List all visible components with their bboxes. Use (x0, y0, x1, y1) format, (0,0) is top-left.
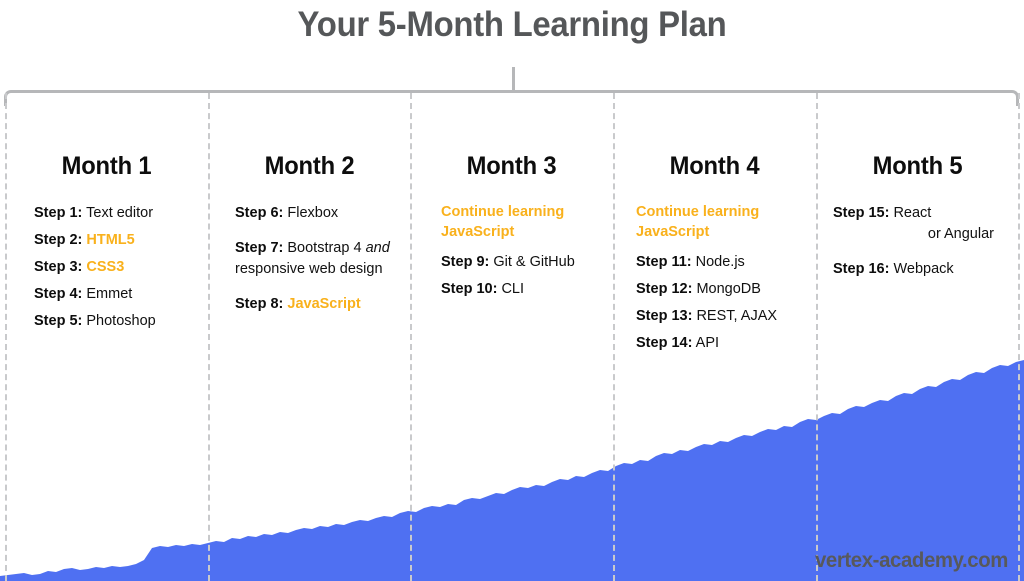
step-value: Git & GitHub (493, 254, 575, 271)
month-heading-3: Month 3 (466, 152, 557, 180)
step-label: Step 15: (833, 205, 890, 221)
list-item: Step 13: REST, AJAX (636, 306, 806, 327)
step-label: Step 2: (34, 232, 83, 249)
step-value-pre: Bootstrap 4 (287, 240, 366, 257)
list-item: Step 2: HTML5 (34, 230, 196, 251)
page-title: Your 5-Month Learning Plan (297, 5, 727, 44)
list-item: Step 1: Text editor (34, 203, 196, 224)
step-value: Webpack (893, 261, 954, 278)
step-value-post: responsive web design (235, 261, 383, 278)
list-item: Step 4: Emmet (34, 284, 196, 305)
list-item: Step 9: Git & GitHub (441, 252, 603, 273)
step-label: Step 13: (636, 308, 693, 325)
month-column-3: Month 3 Continue learning JavaScript Ste… (410, 100, 613, 306)
step-label: Step 8: (235, 296, 284, 313)
step-value-italic: and (365, 240, 390, 257)
list-item: Step 15: React or Angular (833, 203, 994, 245)
step-value: API (695, 335, 720, 352)
step-label: Step 9: (441, 254, 490, 271)
step-label: Step 7: (235, 240, 284, 257)
list-item: Step 12: MongoDB (636, 279, 806, 300)
month-heading-5: Month 5 (872, 152, 963, 180)
list-item: Step 16: Webpack (833, 259, 994, 280)
month-column-1: Month 1 Step 1: Text editor Step 2: HTML… (5, 100, 208, 338)
step-value: MongoDB (696, 281, 761, 298)
step-list-2: Step 6: Flexbox Step 7: Bootstrap 4 and … (208, 203, 411, 315)
step-value-italic: or (927, 226, 941, 243)
list-item: Step 5: Photoshop (34, 311, 196, 332)
month-column-4: Month 4 Continue learning JavaScript Ste… (613, 100, 816, 360)
step-value: Node.js (695, 254, 745, 271)
month-note-4: Continue learning JavaScript (636, 204, 760, 240)
list-item: Step 10: CLI (441, 279, 603, 300)
step-value: React (893, 205, 932, 221)
watermark: vertex-academy.com (814, 549, 1008, 572)
step-value-rest: Angular (940, 226, 994, 243)
step-label: Step 10: (441, 281, 498, 298)
step-value: Text editor (86, 205, 154, 221)
step-value: Emmet (86, 286, 133, 303)
step-label: Step 11: (636, 254, 692, 271)
month-column-2: Month 2 Step 6: Flexbox Step 7: Bootstra… (208, 100, 411, 321)
step-value: CLI (501, 281, 525, 298)
month-column-5: Month 5 Step 15: React or Angular Step 1… (816, 100, 1019, 286)
step-value: HTML5 (86, 232, 135, 249)
list-item: Step 3: CSS3 (34, 257, 196, 278)
step-value: REST, AJAX (696, 308, 778, 325)
list-item: Step 11: Node.js (636, 252, 806, 273)
month-heading-2: Month 2 (264, 152, 355, 180)
month-heading-1: Month 1 (61, 152, 152, 180)
list-item: Step 8: JavaScript (235, 294, 401, 315)
step-value: Photoshop (86, 313, 156, 330)
step-label: Step 16: (833, 261, 890, 278)
bracket-center-tick (512, 67, 515, 92)
step-value: CSS3 (86, 259, 125, 276)
month-heading-4: Month 4 (669, 152, 760, 180)
step-value-second-line: or Angular (833, 224, 994, 245)
step-label: Step 6: (235, 205, 284, 221)
step-list-3: Step 9: Git & GitHub Step 10: CLI (410, 252, 613, 300)
list-item: Step 6: Flexbox (235, 203, 401, 224)
step-list-5: Step 15: React or Angular Step 16: Webpa… (816, 203, 1019, 280)
step-label: Step 1: (34, 205, 83, 221)
step-label: Step 5: (34, 313, 83, 330)
step-list-1: Step 1: Text editor Step 2: HTML5 Step 3… (5, 203, 208, 332)
step-label: Step 14: (636, 335, 693, 352)
step-value: Flexbox (287, 205, 339, 221)
step-label: Step 4: (34, 286, 83, 303)
step-label: Step 3: (34, 259, 83, 276)
growth-area-path (0, 360, 1024, 581)
month-note-3: Continue learning JavaScript (441, 204, 565, 240)
step-label: Step 12: (636, 281, 693, 298)
list-item: Step 7: Bootstrap 4 and responsive web d… (235, 238, 401, 280)
step-value: JavaScript (287, 296, 361, 313)
list-item: Step 14: API (636, 333, 806, 354)
step-list-4: Step 11: Node.js Step 12: MongoDB Step 1… (613, 252, 816, 354)
